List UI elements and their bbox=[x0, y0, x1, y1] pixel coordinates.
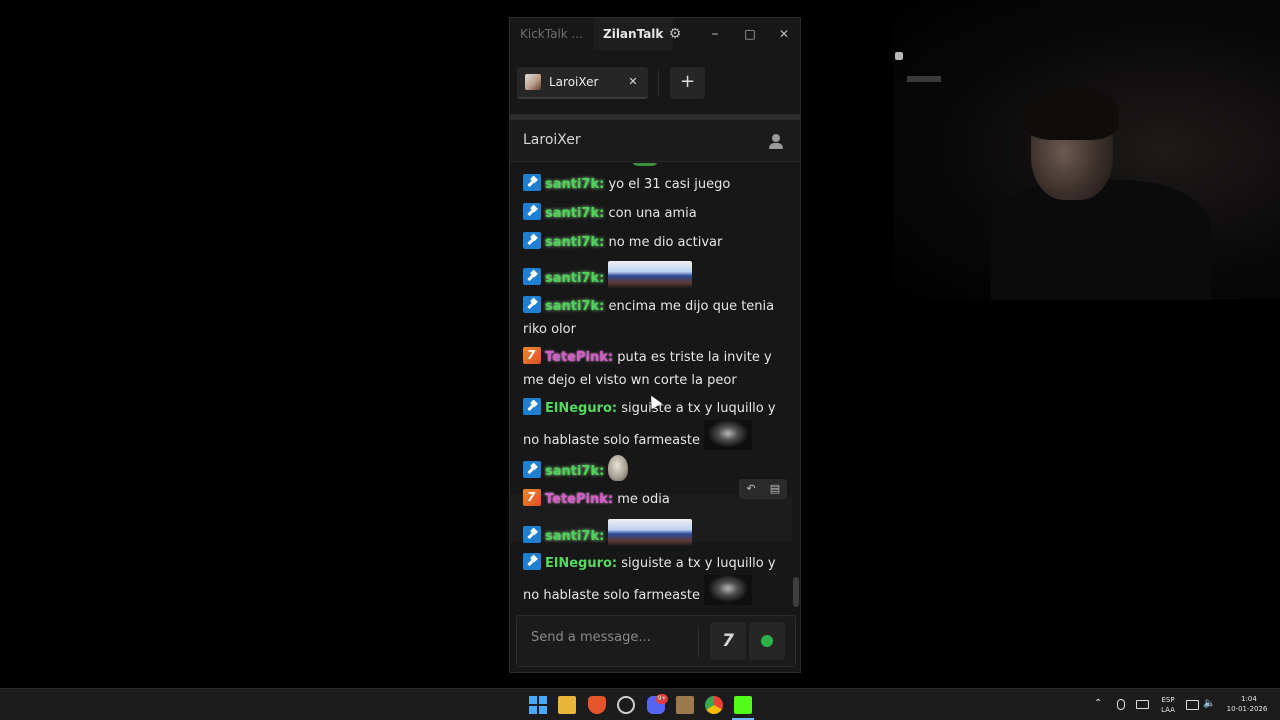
windows-start-icon[interactable] bbox=[529, 696, 547, 714]
dark-emote bbox=[704, 420, 753, 450]
skull-emote bbox=[608, 455, 629, 481]
chat-scrollbar[interactable] bbox=[793, 577, 799, 607]
system-settings-icon[interactable] bbox=[617, 696, 635, 714]
streamer-avatar bbox=[525, 74, 541, 90]
chat-message[interactable]: santi7k: yo el 31 casi juego bbox=[523, 173, 781, 196]
chat-header-title: LaroiXer bbox=[523, 132, 581, 148]
clock-time[interactable]: 1:04 bbox=[1226, 694, 1272, 704]
taskbar: 9+ ⌃ ESP LAA 🔈 1:04 10-01-2026 bbox=[0, 688, 1280, 720]
moderator-badge-icon bbox=[523, 268, 541, 285]
chat-username[interactable]: ElNeguro: bbox=[545, 556, 617, 571]
subscriber-badge-icon bbox=[523, 486, 541, 509]
chat-message[interactable]: santi7k: bbox=[523, 455, 781, 483]
tray-chevron-icon[interactable]: ⌃ bbox=[1094, 699, 1102, 709]
close-button[interactable]: ✕ bbox=[773, 24, 795, 44]
chat-username[interactable]: TetePink: bbox=[545, 492, 613, 507]
chat-input-bar: Send a message... 7 bbox=[516, 615, 796, 667]
chat-message[interactable]: TetePink: puta es triste la invite y me … bbox=[523, 344, 781, 392]
streamer-tab-label: LaroiXer bbox=[549, 75, 599, 89]
chat-username[interactable]: santi7k: bbox=[545, 206, 604, 221]
moderator-badge-icon bbox=[523, 461, 541, 478]
chat-app-window: KickTalk ... ZilanTalk ⚙ – □ ✕ LaroiXer … bbox=[509, 17, 801, 673]
network-icon[interactable] bbox=[1186, 700, 1199, 710]
streamer-tab-laroixer[interactable]: LaroiXer ✕ bbox=[517, 67, 648, 99]
keyboard-icon[interactable] bbox=[1136, 700, 1149, 709]
kick-logo-icon bbox=[761, 635, 773, 647]
maximize-button[interactable]: □ bbox=[739, 24, 761, 44]
moderator-badge-icon bbox=[523, 232, 541, 249]
tab-divider bbox=[658, 70, 659, 96]
chat-message[interactable]: santi7k: bbox=[523, 519, 781, 548]
chrome-icon[interactable] bbox=[705, 696, 723, 714]
webcam-person-body bbox=[991, 180, 1211, 300]
app-tab-zilantalk[interactable]: ZilanTalk bbox=[593, 18, 674, 50]
chat-text: me odia bbox=[617, 492, 670, 507]
chat-username[interactable]: santi7k: bbox=[545, 299, 604, 314]
chat-username[interactable]: ElNeguro: bbox=[545, 401, 617, 416]
chat-username[interactable]: santi7k: bbox=[545, 235, 604, 250]
add-tab-button[interactable]: + bbox=[670, 67, 705, 99]
kick-emote-button[interactable] bbox=[749, 622, 785, 660]
message-input[interactable]: Send a message... bbox=[531, 630, 651, 645]
car-emote bbox=[608, 519, 693, 546]
close-tab-icon[interactable]: ✕ bbox=[626, 75, 640, 89]
kicktalk-app-icon[interactable] bbox=[734, 696, 752, 714]
moderator-badge-icon bbox=[523, 398, 541, 415]
moderator-badge-icon bbox=[523, 203, 541, 220]
chat-message[interactable]: TetePink: me odia bbox=[523, 486, 781, 511]
archive-app-icon[interactable] bbox=[676, 696, 694, 714]
chat-username[interactable]: santi7k: bbox=[545, 177, 604, 192]
discord-notification-badge: 9+ bbox=[656, 694, 668, 704]
title-bar: KickTalk ... ZilanTalk ⚙ – □ ✕ bbox=[510, 18, 800, 50]
volume-icon[interactable]: 🔈 bbox=[1203, 699, 1215, 709]
chat-username[interactable]: santi7k: bbox=[545, 464, 604, 479]
user-list-icon[interactable] bbox=[769, 134, 783, 150]
webcam-overlay bbox=[893, 0, 1280, 300]
input-divider bbox=[698, 626, 699, 658]
chat-message-list[interactable]: ↶ ▤ santi7k: yo el 31 casi juego santi7k… bbox=[510, 163, 800, 613]
cropped-emote bbox=[632, 163, 658, 166]
webcam-person-hair bbox=[1023, 86, 1119, 140]
language-code[interactable]: ESP bbox=[1157, 695, 1179, 705]
chat-message[interactable]: santi7k: bbox=[523, 261, 781, 290]
chat-username[interactable]: santi7k: bbox=[545, 271, 604, 286]
webcam-light-spot bbox=[895, 52, 903, 60]
dark-emote bbox=[704, 575, 753, 605]
minimize-button[interactable]: – bbox=[704, 24, 726, 44]
chat-text: con una amia bbox=[608, 206, 697, 221]
chat-text: no me dio activar bbox=[608, 235, 723, 250]
desktop: KickTalk ... ZilanTalk ⚙ – □ ✕ LaroiXer … bbox=[0, 0, 1280, 688]
subscriber-badge-icon bbox=[523, 344, 541, 367]
chat-text: yo el 31 casi juego bbox=[608, 177, 731, 192]
settings-gear-icon[interactable]: ⚙ bbox=[664, 24, 686, 44]
clock-date[interactable]: 10-01-2026 bbox=[1222, 704, 1272, 714]
moderator-badge-icon bbox=[523, 553, 541, 570]
brave-browser-icon[interactable] bbox=[588, 696, 606, 714]
moderator-badge-icon bbox=[523, 526, 541, 543]
chat-message[interactable]: santi7k: encima me dijo que tenia riko o… bbox=[523, 295, 781, 341]
microphone-icon[interactable] bbox=[1117, 699, 1125, 710]
chat-username[interactable]: santi7k: bbox=[545, 529, 604, 544]
app-tab-kicktalk[interactable]: KickTalk ... bbox=[510, 18, 593, 50]
chat-header: LaroiXer bbox=[510, 120, 800, 162]
file-explorer-icon[interactable] bbox=[558, 696, 576, 714]
car-emote bbox=[608, 261, 693, 288]
moderator-badge-icon bbox=[523, 296, 541, 313]
moderator-badge-icon bbox=[523, 174, 541, 191]
webcam-light-bar bbox=[907, 76, 941, 82]
chat-message[interactable]: santi7k: no me dio activar bbox=[523, 231, 781, 254]
chat-message[interactable]: santi7k: con una amia bbox=[523, 202, 781, 225]
chat-message[interactable]: ElNeguro: siguiste a tx y luquillo y no … bbox=[523, 552, 781, 607]
emote-picker-button[interactable]: 7 bbox=[710, 622, 746, 660]
keyboard-layout[interactable]: LAA bbox=[1157, 705, 1179, 715]
chat-username[interactable]: TetePink: bbox=[545, 350, 613, 365]
